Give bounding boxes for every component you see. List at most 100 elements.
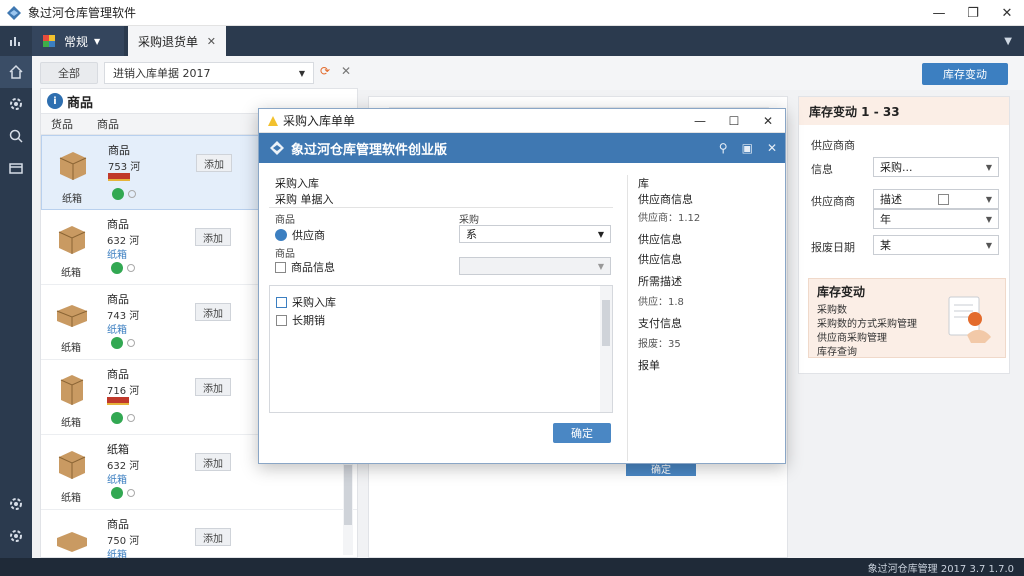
minimize-button[interactable]: — <box>922 0 956 26</box>
tab-purchase-return[interactable]: 采购退货单 ✕ <box>128 26 226 56</box>
add-item-button[interactable]: 添加 <box>195 453 231 471</box>
add-item-button[interactable]: 添加 <box>195 303 231 321</box>
window-controls: — ❐ ✕ <box>922 0 1024 26</box>
chevron-down-icon: ▼ <box>298 68 305 78</box>
info-item: 供应商信息 <box>638 193 693 206</box>
confirm-button[interactable]: 确定 <box>553 423 611 443</box>
dialog-item-list[interactable]: 采购入库 长期销 <box>269 285 613 413</box>
tab-home[interactable]: 常规 ▼ <box>32 26 124 56</box>
stock-change-card[interactable]: 库存变动 采购数 采购数的方式采购管理 供应商采购管理 库存查询 <box>808 278 1006 358</box>
chevron-down-icon: ▼ <box>985 162 992 172</box>
product-info-row[interactable]: 商品信息 <box>275 259 335 275</box>
scrollbar-thumb[interactable] <box>602 300 610 346</box>
chevron-down-icon: ▼ <box>985 194 992 204</box>
item-checkbox[interactable] <box>276 296 287 308</box>
supplier-label: 供应商商 <box>811 195 855 208</box>
section-subtitle: 采购 单据入 <box>275 193 334 206</box>
chevron-down-icon: ▼ <box>985 240 992 250</box>
dialog-banner-title: 象过河仓库管理软件创业版 <box>291 142 448 158</box>
box-icon[interactable] <box>0 152 32 184</box>
tab-menu-chevron-icon[interactable]: ▼ <box>1004 36 1012 47</box>
chevron-down-icon: ▼ <box>597 261 604 271</box>
list-item[interactable]: 长期销 <box>276 312 325 328</box>
close-icon[interactable]: ✕ <box>767 141 777 155</box>
info-icon: i <box>47 93 63 109</box>
status-online-icon <box>111 262 123 274</box>
disabled-select: ▼ <box>459 257 611 275</box>
date-select[interactable]: 某 ▼ <box>873 235 999 255</box>
supplier-row[interactable]: 供应商 <box>275 227 325 243</box>
supplier-checkbox[interactable] <box>938 193 950 205</box>
maximize-button[interactable]: ❐ <box>956 0 990 26</box>
item-category: 纸箱 <box>61 493 81 504</box>
dialog-maximize-button[interactable]: ☐ <box>717 109 751 133</box>
stock-change-button[interactable]: 库存变动 <box>922 63 1008 85</box>
search-icon[interactable]: ⚲ <box>719 141 728 155</box>
second-select[interactable]: 年 ▼ <box>873 209 999 229</box>
item-qty: 716 河 <box>107 386 140 397</box>
item-category: 纸箱 <box>61 343 81 354</box>
item-name: 纸箱 <box>107 443 129 456</box>
dialog-minimize-button[interactable]: — <box>683 109 717 133</box>
item-qty: 753 河 <box>108 162 141 173</box>
dialog-info-panel: 库 供应商信息 供应商：1.12 供应信息 供应信息 所需描述 供应：1.8 支… <box>627 175 777 461</box>
list-item-label: 长期销 <box>292 314 325 327</box>
item-name: 商品 <box>107 293 129 306</box>
stock-card-line: 采购数的方式采购管理 <box>817 319 917 330</box>
date-select-value: 某 <box>880 239 891 252</box>
item-name: 商品 <box>107 518 129 531</box>
column-header[interactable]: 商品 <box>97 116 119 132</box>
add-item-button[interactable]: 添加 <box>195 378 231 396</box>
info-select[interactable]: 采购... ▼ <box>873 157 999 177</box>
scrollbar-thumb[interactable] <box>344 465 352 525</box>
item-category: 纸箱 <box>61 268 81 279</box>
refresh-icon[interactable]: ⟳ <box>320 64 330 78</box>
chart-icon[interactable] <box>0 26 32 56</box>
document-filter-select[interactable]: 进销入库单据 2017 ▼ <box>104 62 314 84</box>
filter-all-button[interactable]: 全部 <box>40 62 98 84</box>
product-panel-title: 商品 <box>67 95 94 111</box>
item-qty: 750 河 <box>107 536 140 547</box>
app-logo-icon <box>7 5 21 20</box>
dialog-close-button[interactable]: ✕ <box>751 109 785 133</box>
supplier-select[interactable]: 描述 ▼ <box>873 189 999 209</box>
purchase-type-select[interactable]: 系 ▼ <box>459 225 611 243</box>
settings-icon[interactable] <box>0 488 32 520</box>
supplier-heading: 供应商商 <box>811 139 855 152</box>
date-label: 报废日期 <box>811 241 855 254</box>
add-item-button[interactable]: 添加 <box>196 154 232 172</box>
list-item[interactable]: 采购入库 <box>276 294 336 310</box>
item-checkbox[interactable] <box>276 314 287 326</box>
column-header[interactable]: 货品 <box>41 116 97 132</box>
gear-icon[interactable] <box>0 520 32 552</box>
add-item-button[interactable]: 添加 <box>195 528 231 546</box>
item-name: 商品 <box>107 218 129 231</box>
item-category: 纸箱 <box>61 418 81 429</box>
info-item: 库 <box>638 177 649 190</box>
add-item-button[interactable]: 添加 <box>195 228 231 246</box>
warning-icon <box>268 115 278 126</box>
clear-icon[interactable]: ✕ <box>341 64 351 78</box>
save-icon[interactable]: ▣ <box>742 141 753 155</box>
status-bar: 象过河仓库管理 2017 3.7 1.7.0 <box>0 558 1024 576</box>
info-label: 信息 <box>811 163 833 176</box>
info-item: 供应信息 <box>638 253 682 266</box>
close-window-button[interactable]: ✕ <box>990 0 1024 26</box>
tab-purchase-return-label: 采购退货单 <box>138 34 199 49</box>
search-icon[interactable] <box>0 120 32 152</box>
status-dot-icon <box>128 190 136 198</box>
chevron-down-icon[interactable]: ▼ <box>94 37 100 46</box>
field-label: 采购 <box>459 215 479 226</box>
nav-rail <box>0 56 32 558</box>
box-icon <box>57 532 87 552</box>
list-scrollbar[interactable] <box>600 286 612 412</box>
home-icon[interactable] <box>0 56 32 88</box>
close-tab-icon[interactable]: ✕ <box>207 35 216 48</box>
purchase-entry-dialog: 采购入库单单 — ☐ ✕ 象过河仓库管理软件创业版 ⚲ ▣ ✕ 采购入库 采购 … <box>258 108 786 464</box>
tab-home-label: 常规 <box>64 34 89 49</box>
status-online-icon <box>112 188 124 200</box>
status-text: 象过河仓库管理 2017 3.7 1.7.0 <box>867 563 1014 575</box>
item-qty: 632 河 <box>107 461 140 472</box>
product-info-checkbox[interactable] <box>275 261 286 273</box>
gear-icon[interactable] <box>0 88 32 120</box>
